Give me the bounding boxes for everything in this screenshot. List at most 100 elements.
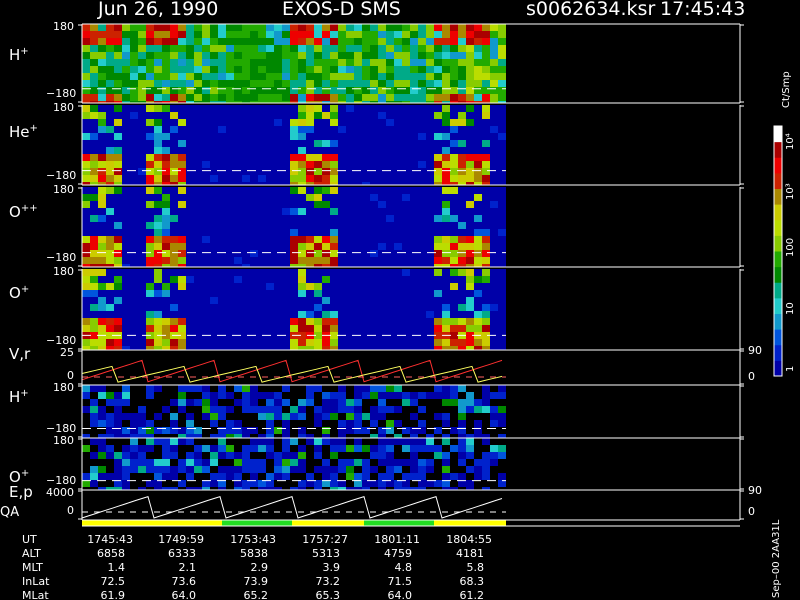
spectrogram-cell — [466, 66, 474, 73]
colorbar-tick-label: 100 — [785, 237, 796, 257]
spectrogram-cell — [402, 52, 410, 59]
spectrogram-cell — [490, 236, 498, 243]
spectrogram-cell — [194, 434, 202, 438]
spectrogram-cell — [154, 87, 162, 94]
orbit-value: 5838 — [240, 547, 268, 560]
spectrogram-cell — [434, 105, 442, 112]
spectrogram-cell — [490, 45, 498, 52]
spectrogram-cell — [154, 154, 162, 161]
spectrogram-cell — [82, 52, 90, 59]
spectrogram-cell — [242, 236, 250, 243]
spectrogram-cell — [82, 73, 90, 80]
spectrogram-cell — [402, 112, 410, 119]
spectrogram-cell — [282, 126, 290, 133]
spectrogram-cell — [426, 413, 434, 420]
spectrogram-cell — [138, 194, 146, 201]
spectrogram-cell — [370, 459, 378, 466]
spectrogram-cell — [162, 222, 170, 229]
spectrogram-cell — [138, 45, 146, 52]
spectrogram-cell — [218, 175, 226, 182]
spectrogram-cell — [298, 45, 306, 52]
spectrogram-cell — [154, 187, 162, 194]
spectrogram-cell — [314, 445, 322, 452]
spectrogram-cell — [298, 445, 306, 452]
spectrogram-cell — [274, 339, 282, 346]
spectrogram-cell — [178, 438, 186, 445]
spectrogram-cell — [330, 147, 338, 154]
spectrogram-cell — [402, 297, 410, 304]
spectrogram-cell — [314, 283, 322, 290]
spectrogram-cell — [82, 105, 90, 112]
spectrogram-cell — [234, 269, 242, 276]
spectrogram-cell — [114, 175, 122, 182]
spectrogram-cell — [202, 112, 210, 119]
spectrogram-cell — [122, 119, 130, 126]
spectrogram-cell — [394, 269, 402, 276]
spectrogram-cell — [498, 420, 506, 427]
spectrogram-cell — [234, 385, 242, 392]
spectrogram-cell — [466, 459, 474, 466]
spectrogram-cell — [226, 119, 234, 126]
spectrogram-cell — [186, 66, 194, 73]
spectrogram-cell — [90, 126, 98, 133]
spectrogram-cell — [186, 434, 194, 438]
panel-label: V,r — [9, 345, 31, 363]
colorbar-tick-label: 10³ — [785, 183, 796, 200]
spectrogram-cell — [474, 208, 482, 215]
spectrogram-cell — [210, 175, 218, 182]
spectrogram-cell — [442, 283, 450, 290]
spectrogram-cell — [274, 304, 282, 311]
spectrogram-cell — [138, 168, 146, 175]
spectrogram-cell — [274, 459, 282, 466]
spectrogram-cell — [426, 45, 434, 52]
spectrogram-cell — [450, 250, 458, 257]
spectrogram-cell — [170, 257, 178, 264]
spectrogram-cell — [234, 325, 242, 332]
spectrogram-cell — [370, 147, 378, 154]
spectrogram-cell — [210, 133, 218, 140]
spectrogram-cell — [490, 66, 498, 73]
spectrogram-cell — [298, 438, 306, 445]
spectrogram-cell — [194, 311, 202, 318]
spectrogram-cell — [242, 297, 250, 304]
colorbar-swatch — [774, 141, 782, 158]
spectrogram-cell — [466, 168, 474, 175]
spectrogram-cell — [498, 45, 506, 52]
spectrogram-cell — [194, 385, 202, 392]
spectrogram-cell — [314, 73, 322, 80]
spectrogram-cell — [474, 250, 482, 257]
spectrogram-cell — [290, 168, 298, 175]
spectrogram-cell — [138, 339, 146, 346]
spectrogram-cell — [234, 290, 242, 297]
spectrogram-cell — [138, 318, 146, 325]
spectrogram-cell — [282, 194, 290, 201]
spectrogram-cell — [498, 154, 506, 161]
spectrogram-cell — [354, 420, 362, 427]
spectrogram-cell — [362, 473, 370, 480]
spectrogram-cell — [306, 434, 314, 438]
spectrogram-cell — [338, 399, 346, 406]
spectrogram-cell — [402, 420, 410, 427]
spectrogram-cell — [378, 112, 386, 119]
spectrogram-cell — [210, 480, 218, 487]
spectrogram-cell — [290, 250, 298, 257]
spectrogram-cell — [82, 243, 90, 250]
spectrogram-cell — [106, 147, 114, 154]
spectrogram-cell — [410, 466, 418, 473]
spectrogram-cell — [146, 311, 154, 318]
spectrogram-cell — [306, 140, 314, 147]
spectrogram-cell — [306, 80, 314, 87]
spectrogram-cell — [434, 133, 442, 140]
spectrogram-cell — [178, 222, 186, 229]
spectrogram-cell — [290, 283, 298, 290]
panel-label: E,p — [9, 483, 33, 501]
spectrogram-cell — [282, 24, 290, 31]
spectrogram-cell — [450, 140, 458, 147]
y-tick-top: 4000 — [46, 486, 74, 499]
spectrogram-cell — [274, 420, 282, 427]
spectrogram-cell — [410, 105, 418, 112]
spectrogram-cell — [282, 452, 290, 459]
spectrogram-cell — [82, 187, 90, 194]
footer-code: Sep–00 2AA31L — [771, 519, 782, 598]
spectrogram-cell — [410, 445, 418, 452]
